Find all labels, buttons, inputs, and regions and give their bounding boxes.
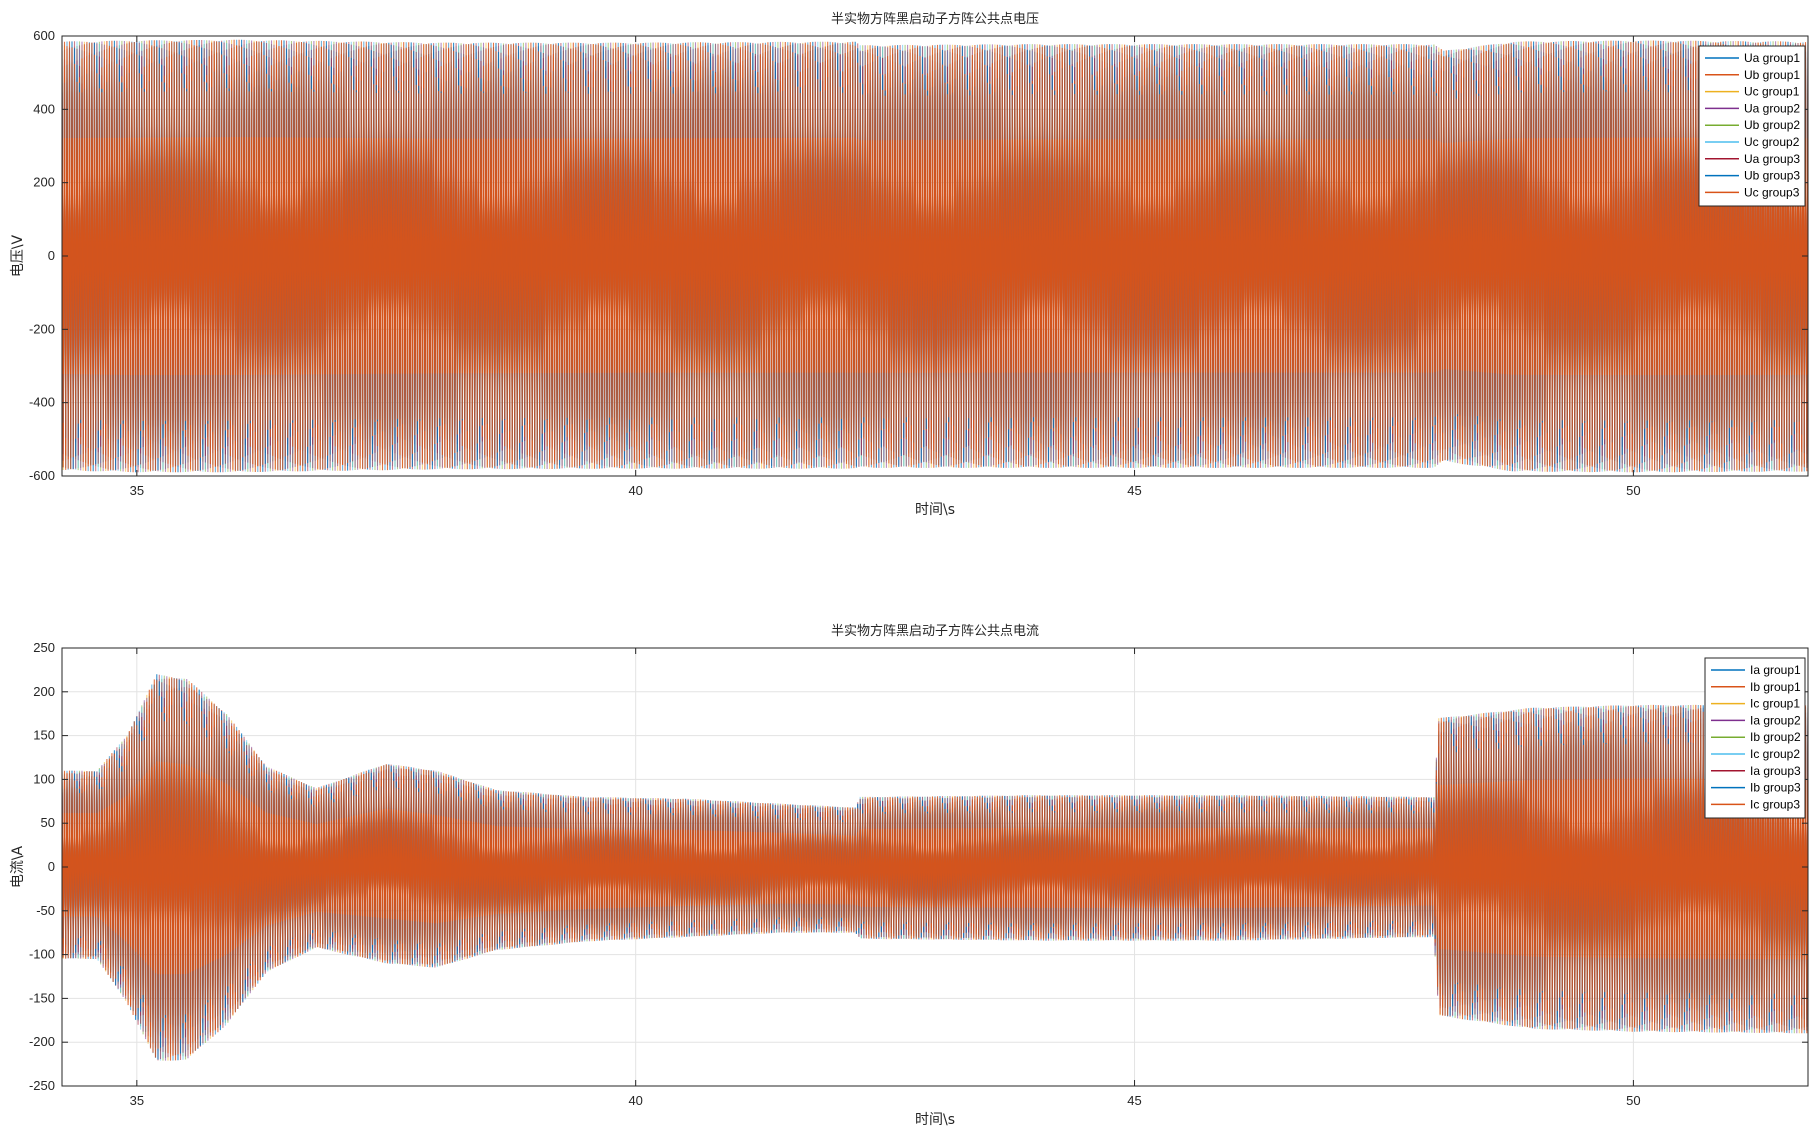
y-tick-label: -200 — [29, 321, 55, 336]
legend-label: Ia group1 — [1750, 663, 1801, 677]
y-tick-label: 150 — [33, 728, 55, 743]
figure: 35 40 45 50 600 400 200 0 -200 -400 -600 半实物方阵黑启动子方… — [0, 0, 1818, 1126]
x-tick-label: 50 — [1626, 483, 1640, 498]
y-tick-label: -100 — [29, 947, 55, 962]
legend-label: Ua group2 — [1744, 101, 1800, 115]
legend-label: Ic group3 — [1750, 797, 1800, 811]
legend-label: Uc group1 — [1744, 85, 1800, 99]
y-tick-label: -600 — [29, 468, 55, 483]
legend-label: Ub group1 — [1744, 68, 1800, 82]
legend-label: Ib group2 — [1750, 730, 1801, 744]
legend-label: Ua group1 — [1744, 51, 1800, 65]
y-tick-label: -50 — [36, 903, 55, 918]
y-tick-label: 50 — [41, 815, 55, 830]
chart-title: 半实物方阵黑启动子方阵公共点电流 — [831, 623, 1039, 639]
legend: Ia group1 Ib group1 Ic group1 Ia group2 Ib g… — [1704, 657, 1806, 819]
x-tick-label: 45 — [1127, 1093, 1141, 1108]
y-tick-label: 100 — [33, 771, 55, 786]
legend-label: Ub group2 — [1744, 118, 1800, 132]
legend-label: Ia group3 — [1750, 764, 1801, 778]
y-tick-label: 600 — [33, 28, 55, 43]
legend-label: Uc group3 — [1744, 185, 1800, 199]
x-tick-label: 50 — [1626, 1093, 1640, 1108]
x-tick-label: 40 — [628, 1093, 642, 1108]
legend-label: Ia group2 — [1750, 713, 1801, 727]
legend-label: Uc group2 — [1744, 135, 1800, 149]
y-tick-label: 200 — [33, 175, 55, 190]
legend-label: Ub group3 — [1744, 169, 1800, 183]
y-tick-label: 0 — [48, 248, 55, 263]
x-axis-label: 时间\s — [915, 1112, 955, 1126]
y-axis-label: 电压\V — [10, 234, 26, 277]
chart-title: 半实物方阵黑启动子方阵公共点电压 — [831, 11, 1039, 27]
y-tick-label: 250 — [33, 640, 55, 655]
legend-label: Ic group2 — [1750, 747, 1800, 761]
y-tick-label: -400 — [29, 395, 55, 410]
x-axis-label: 时间\s — [915, 502, 955, 518]
y-tick-label: -250 — [29, 1078, 55, 1093]
x-tick-label: 35 — [130, 1093, 144, 1108]
legend-label: Ib group3 — [1750, 781, 1801, 795]
legend-label: Ic group1 — [1750, 697, 1800, 711]
y-tick-label: 200 — [33, 684, 55, 699]
x-tick-label: 35 — [130, 483, 144, 498]
y-axis-label: 电流\A — [10, 845, 26, 888]
y-tick-label: 0 — [48, 859, 55, 874]
legend: Ua group1 Ub group1 Uc group1 Ua group2 Ub g… — [1698, 45, 1806, 207]
legend-label: Ib group1 — [1750, 680, 1801, 694]
y-tick-label: -150 — [29, 990, 55, 1005]
y-tick-label: 400 — [33, 101, 55, 116]
subplot-1: 35 40 45 50 600 400 200 0 -200 -400 -600 半实物方阵黑启动子方… — [10, 11, 1809, 518]
x-tick-label: 45 — [1127, 483, 1141, 498]
subplot-2: 35 40 45 50 250 200 150 100 50 0 -50 -100 -150 -200 -2… — [10, 623, 1809, 1126]
x-tick-label: 40 — [628, 483, 642, 498]
y-tick-label: -200 — [29, 1034, 55, 1049]
chart-canvas: 35 40 45 506004002000-200-400-600半实物方阵黑启动子方… — [10, 11, 1809, 1126]
legend-label: Ua group3 — [1744, 152, 1800, 166]
